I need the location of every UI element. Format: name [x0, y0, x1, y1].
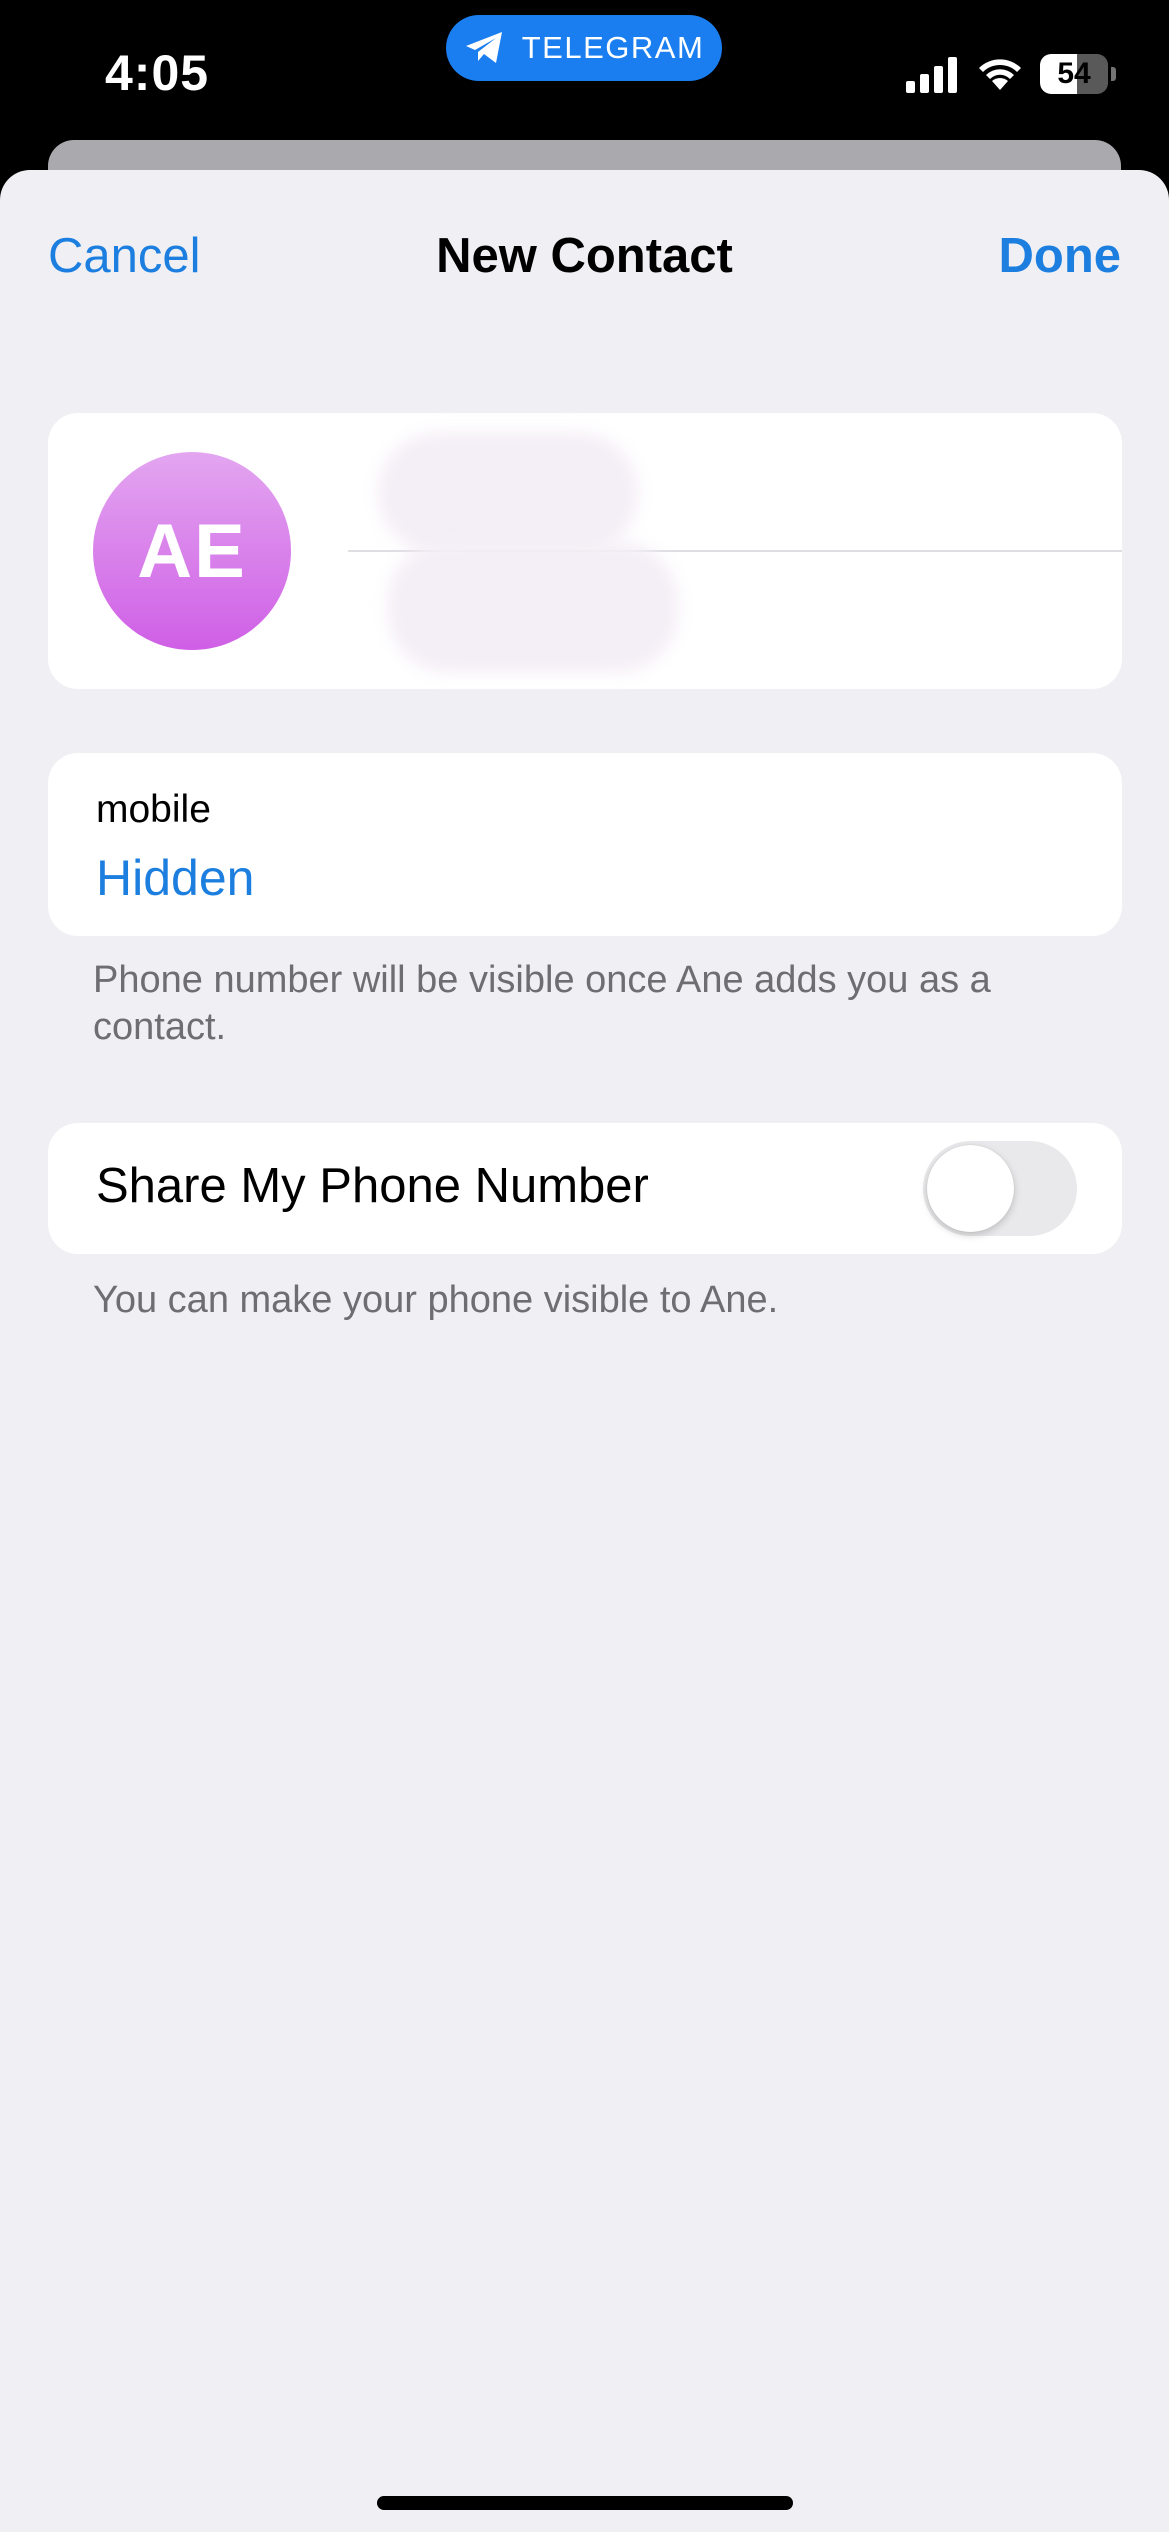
redacted-last-name	[388, 542, 678, 672]
battery-percent: 54	[1057, 57, 1091, 90]
status-bar: 4:05 TELEGRAM 54	[0, 0, 1169, 150]
last-name-field[interactable]	[348, 542, 1122, 689]
cellular-signal-icon	[906, 57, 958, 98]
name-card: AE	[48, 413, 1122, 689]
status-time: 4:05	[105, 45, 210, 101]
battery-cap	[1111, 67, 1116, 81]
home-indicator[interactable]	[377, 2496, 793, 2510]
redacted-first-name	[378, 433, 638, 553]
telegram-return-pill[interactable]: TELEGRAM	[446, 15, 722, 81]
phone-footnote: Phone number will be visible once Ane ad…	[93, 959, 991, 1048]
share-phone-toggle[interactable]	[923, 1141, 1077, 1236]
share-footnote: You can make your phone visible to Ane.	[93, 1279, 779, 1321]
telegram-icon	[464, 30, 506, 66]
screen: 4:05 TELEGRAM 54 New Contact Cancel Done…	[0, 0, 1169, 2532]
share-phone-label: Share My Phone Number	[96, 1159, 649, 1213]
phone-label: mobile	[96, 788, 211, 831]
avatar-initials: AE	[137, 508, 247, 594]
wifi-icon	[976, 54, 1024, 97]
first-name-field[interactable]	[348, 413, 1122, 553]
done-button[interactable]: Done	[999, 228, 1122, 284]
cancel-button[interactable]: Cancel	[48, 228, 201, 284]
avatar[interactable]: AE	[93, 452, 291, 650]
phone-value[interactable]: Hidden	[96, 849, 254, 907]
telegram-pill-label: TELEGRAM	[521, 30, 705, 65]
share-phone-card: Share My Phone Number	[48, 1123, 1122, 1254]
toggle-knob	[927, 1145, 1014, 1232]
battery-body: 54	[1040, 54, 1108, 94]
battery-icon: 54	[1040, 54, 1116, 94]
phone-card: mobile Hidden	[48, 753, 1122, 936]
new-contact-sheet: New Contact Cancel Done AE mobile Hidden…	[0, 170, 1169, 2532]
